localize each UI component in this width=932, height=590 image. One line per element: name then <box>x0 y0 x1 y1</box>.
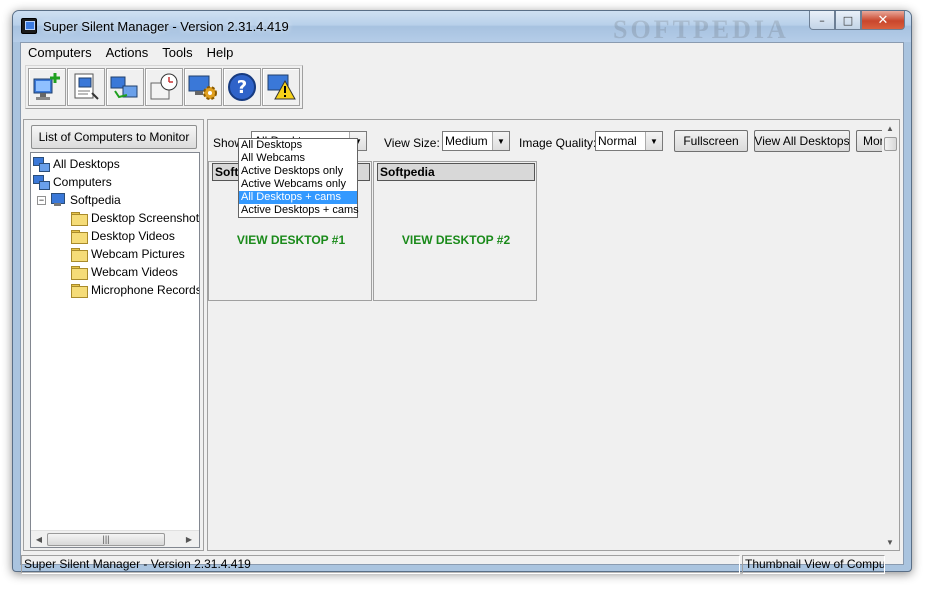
dropdown-option[interactable]: Active Desktops only <box>239 165 357 178</box>
scroll-left-icon[interactable]: ◀ <box>31 531 47 547</box>
menu-bar: Computers Actions Tools Help <box>21 43 903 63</box>
title-bar[interactable]: Super Silent Manager - Version 2.31.4.41… <box>13 11 911 44</box>
help-button[interactable]: ? <box>223 68 261 106</box>
scroll-up-icon[interactable]: ▲ <box>882 120 898 136</box>
tree-item-label: Desktop Screenshots <box>91 211 200 225</box>
network-scan-icon <box>110 76 138 99</box>
add-computer-button[interactable] <box>28 68 66 106</box>
tree-item-label: Softpedia <box>70 193 121 207</box>
tree-item-computers[interactable]: Computers <box>33 173 112 191</box>
app-icon[interactable] <box>21 18 37 34</box>
toolbar: ? <box>25 65 303 109</box>
tree-item-desktop-screenshots[interactable]: Desktop Screenshots <box>71 209 200 227</box>
tile-header: Softpedia <box>377 163 535 181</box>
tree-horizontal-scrollbar[interactable]: ◀ ||| ▶ <box>31 530 199 547</box>
folder-icon <box>71 248 88 262</box>
dropdown-option[interactable]: All Desktops <box>239 139 357 152</box>
scroll-thumb[interactable]: ||| <box>47 532 165 546</box>
tree-item-label: Webcam Videos <box>91 265 178 279</box>
chevron-down-icon: ▼ <box>645 132 662 150</box>
gear-settings-button[interactable] <box>184 68 222 106</box>
computer-tree[interactable]: All Desktops Computers − Softpedia Deskt… <box>30 152 200 548</box>
scroll-right-icon[interactable]: ▶ <box>181 531 197 547</box>
monitor-schedule-button[interactable] <box>67 68 105 106</box>
view-all-desktops-button[interactable]: View All Desktops <box>754 130 850 152</box>
tree-item-webcam-pictures[interactable]: Webcam Pictures <box>71 245 185 263</box>
add-computer-icon <box>33 73 60 100</box>
status-view: Thumbnail View of Compu <box>742 555 885 574</box>
maximize-button[interactable]: □ <box>835 11 861 30</box>
tree-item-label: Desktop Videos <box>91 229 175 243</box>
image-quality-label: Image Quality: <box>519 136 597 150</box>
tree-item-webcam-videos[interactable]: Webcam Videos <box>71 263 178 281</box>
help-icon: ? <box>228 73 256 101</box>
view-size-select[interactable]: Medium ▼ <box>442 131 510 151</box>
gear-settings-icon <box>188 75 217 100</box>
scroll-thumb[interactable] <box>884 137 897 151</box>
network-icon <box>33 175 50 190</box>
watermark: SOFTPEDIA <box>613 15 789 44</box>
dropdown-option[interactable]: All Webcams <box>239 152 357 165</box>
thumbnail-area: Softped VIEW DESKTOP #1 Softpedia VIEW D… <box>208 161 884 550</box>
chevron-down-icon: ▼ <box>492 132 509 150</box>
status-version: Super Silent Manager - Version 2.31.4.41… <box>21 555 740 574</box>
dropdown-option[interactable]: All Desktops + cams <box>239 191 357 204</box>
menu-tools[interactable]: Tools <box>155 43 199 63</box>
clock-settings-button[interactable] <box>145 68 183 106</box>
vertical-scrollbar[interactable]: ▲ ▼ <box>882 120 899 550</box>
tree-item-label: Microphone Records <box>91 283 200 297</box>
computer-icon <box>50 193 66 207</box>
tree-item-label: All Desktops <box>53 157 120 171</box>
minimize-button[interactable]: – <box>809 11 835 30</box>
caption-buttons: – □ ✕ <box>809 11 905 30</box>
tree-item-label: Webcam Pictures <box>91 247 185 261</box>
menu-actions[interactable]: Actions <box>99 43 156 63</box>
image-quality-select[interactable]: Normal ▼ <box>595 131 663 151</box>
folder-icon <box>71 212 88 226</box>
list-computers-button[interactable]: List of Computers to Monitor <box>31 125 197 149</box>
app-window: Super Silent Manager - Version 2.31.4.41… <box>12 10 912 574</box>
dropdown-option[interactable]: Active Webcams only <box>239 178 357 191</box>
menu-help[interactable]: Help <box>200 43 241 63</box>
tree-item-microphone-records[interactable]: Microphone Records <box>71 281 200 299</box>
svg-text:?: ? <box>237 77 247 98</box>
folder-icon <box>71 230 88 244</box>
scroll-down-icon[interactable]: ▼ <box>882 534 898 550</box>
window-title: Super Silent Manager - Version 2.31.4.41… <box>43 19 289 34</box>
desktops-icon <box>33 157 50 172</box>
folder-icon <box>71 284 88 298</box>
view-size-value: Medium <box>445 134 488 148</box>
view-desktop-link[interactable]: VIEW DESKTOP #2 <box>374 233 538 247</box>
close-button[interactable]: ✕ <box>861 11 905 30</box>
monitor-schedule-icon <box>74 73 99 100</box>
tree-item-softpedia[interactable]: − Softpedia <box>37 191 121 209</box>
status-bar: Super Silent Manager - Version 2.31.4.41… <box>21 555 903 574</box>
computers-panel: List of Computers to Monitor All Desktop… <box>23 119 204 551</box>
view-size-label: View Size: <box>384 136 440 150</box>
collapse-toggle[interactable]: − <box>37 195 46 205</box>
desktop-tile[interactable]: Softpedia VIEW DESKTOP #2 <box>373 161 537 301</box>
network-scan-button[interactable] <box>106 68 144 106</box>
tree-item-all-desktops[interactable]: All Desktops <box>33 155 120 173</box>
warning-button[interactable] <box>262 68 300 106</box>
tree-item-desktop-videos[interactable]: Desktop Videos <box>71 227 175 245</box>
warning-icon <box>267 74 296 100</box>
client-area: Computers Actions Tools Help ? List of C… <box>20 42 904 574</box>
fullscreen-button[interactable]: Fullscreen <box>674 130 748 152</box>
folder-icon <box>71 266 88 280</box>
show-dropdown-list: All Desktops All Webcams Active Desktops o… <box>238 138 359 218</box>
dropdown-option[interactable]: Active Desktops + cams <box>239 204 359 217</box>
menu-computers[interactable]: Computers <box>21 43 99 63</box>
tree-item-label: Computers <box>53 175 112 189</box>
clock-settings-icon <box>150 73 178 100</box>
view-desktop-link[interactable]: VIEW DESKTOP #1 <box>209 233 373 247</box>
image-quality-value: Normal <box>598 134 637 148</box>
